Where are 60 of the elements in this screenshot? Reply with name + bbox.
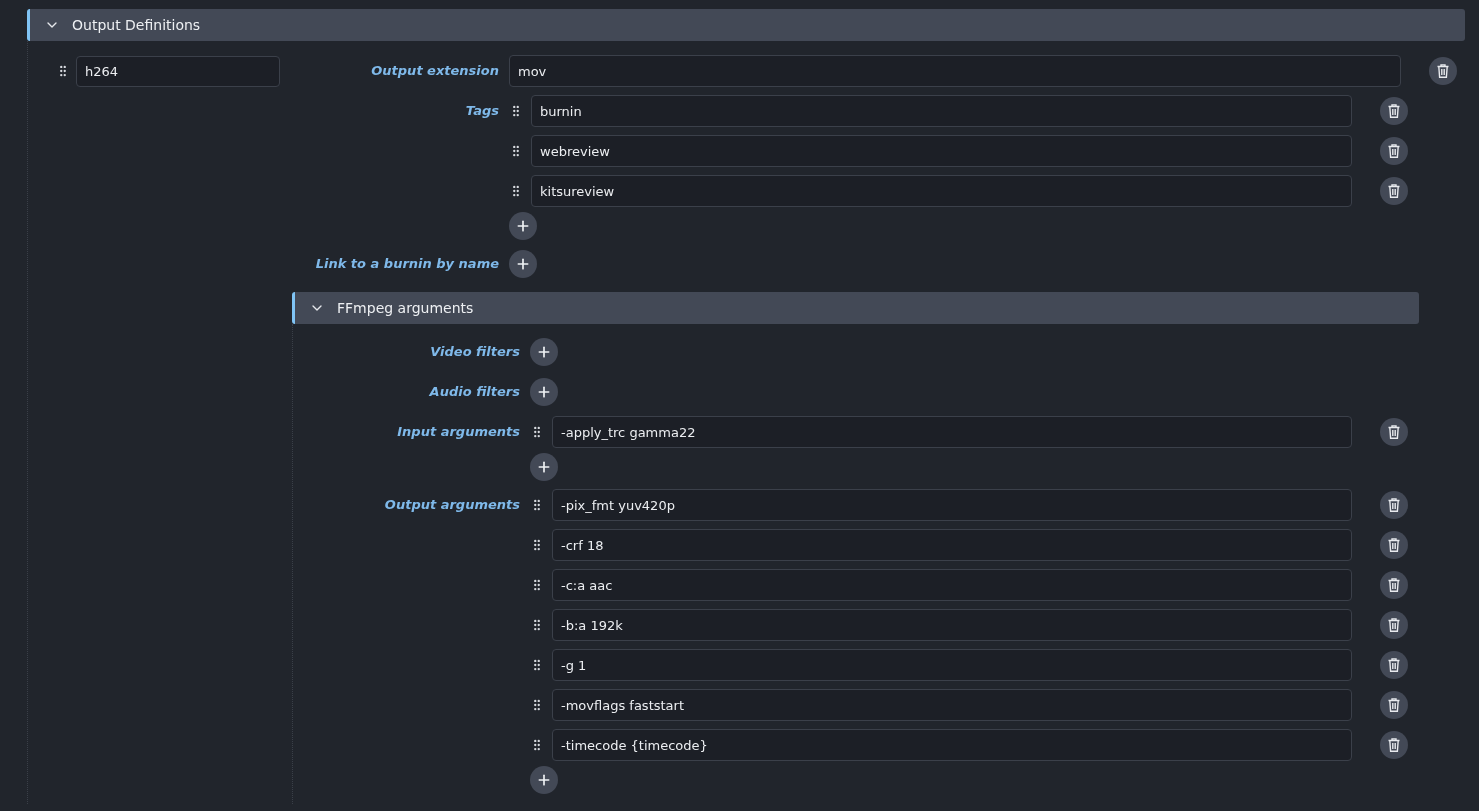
delete-button[interactable] [1429,57,1457,85]
trash-icon [1388,618,1400,632]
field-label: Audio filters [429,383,520,401]
field-label: Link to a burnin by name [315,255,499,273]
delete-button[interactable] [1380,97,1408,125]
delete-button[interactable] [1380,418,1408,446]
delete-button[interactable] [1380,571,1408,599]
text-field[interactable]: webreview [531,135,1352,167]
trash-icon [1388,184,1400,198]
field-label: Input arguments [397,423,520,441]
trash-icon [1388,658,1400,672]
delete-button[interactable] [1380,531,1408,559]
plus-icon [515,256,531,272]
delete-button[interactable] [1380,651,1408,679]
add-button[interactable] [530,766,558,794]
text-field[interactable]: -c:a aac [552,569,1352,601]
field-label: Video filters [430,343,520,361]
text-field[interactable]: -movflags faststart [552,689,1352,721]
trash-icon [1388,578,1400,592]
trash-icon [1388,698,1400,712]
trash-icon [1388,425,1400,439]
plus-icon [536,344,552,360]
text-field[interactable]: mov [509,55,1401,87]
trash-icon [1388,538,1400,552]
trash-icon [1388,104,1400,118]
text-field[interactable]: -apply_trc gamma22 [552,416,1352,448]
field-label: Output extension [371,62,499,80]
delete-button[interactable] [1380,611,1408,639]
text-field[interactable]: -timecode {timecode} [552,729,1352,761]
text-field[interactable]: -g 1 [552,649,1352,681]
section-header[interactable]: Output Definitions [27,9,1465,41]
add-button[interactable] [530,453,558,481]
trash-icon [1388,738,1400,752]
plus-icon [515,218,531,234]
delete-button[interactable] [1380,731,1408,759]
delete-button[interactable] [1380,691,1408,719]
subsection-title: FFmpeg arguments [337,300,474,316]
text-field[interactable]: burnin [531,95,1352,127]
add-button[interactable] [509,212,537,240]
section-title: Output Definitions [72,17,201,33]
text-field[interactable]: -b:a 192k [552,609,1352,641]
plus-icon [536,772,552,788]
trash-icon [1388,498,1400,512]
text-field[interactable]: -crf 18 [552,529,1352,561]
name-field[interactable]: h264 [76,55,280,87]
field-label: Tags [465,102,499,120]
delete-button[interactable] [1380,177,1408,205]
plus-icon [536,384,552,400]
trash-icon [1437,64,1449,78]
text-field[interactable]: kitsureview [531,175,1352,207]
add-button[interactable] [509,250,537,278]
subsection-header[interactable]: FFmpeg arguments [292,292,1419,324]
field-label: Output arguments [384,496,520,514]
trash-icon [1388,144,1400,158]
delete-button[interactable] [1380,491,1408,519]
text-field[interactable]: -pix_fmt yuv420p [552,489,1352,521]
plus-icon [536,459,552,475]
add-button[interactable] [530,338,558,366]
add-button[interactable] [530,378,558,406]
delete-button[interactable] [1380,137,1408,165]
